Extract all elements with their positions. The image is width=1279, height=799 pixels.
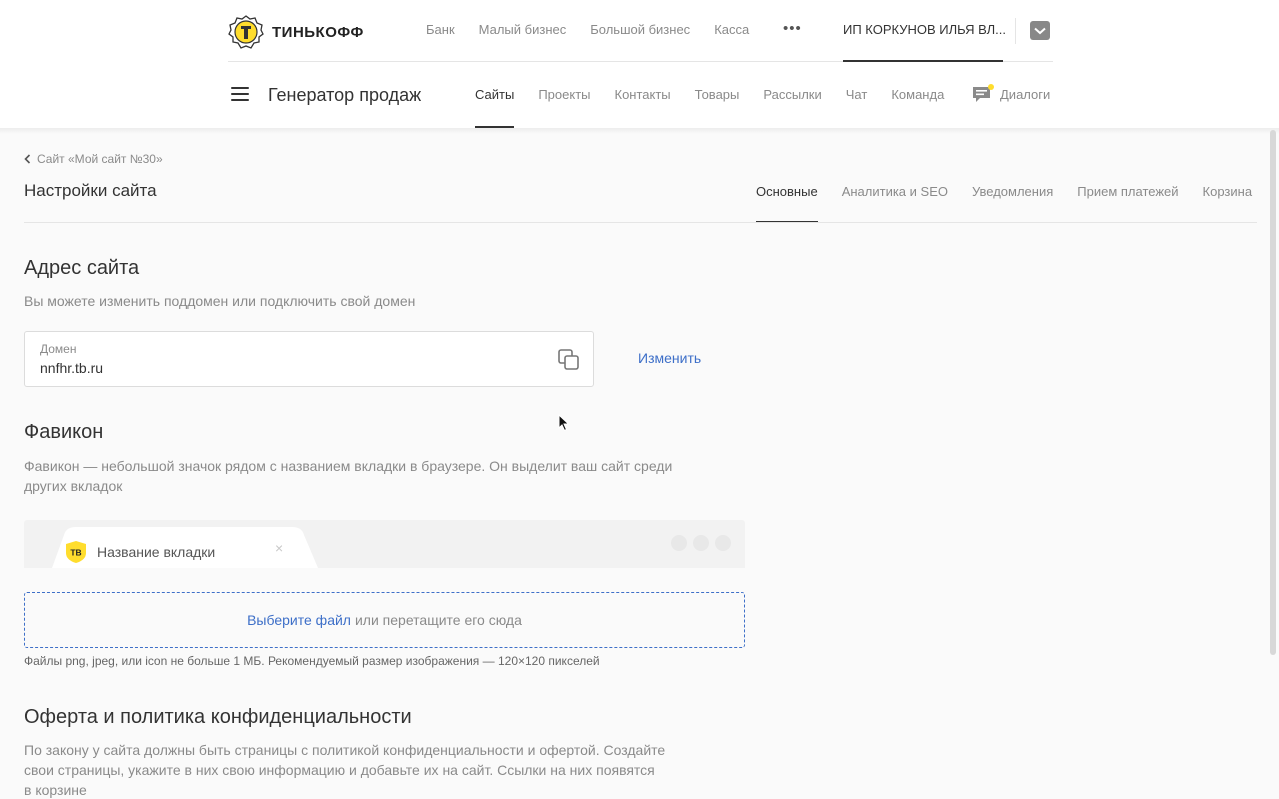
favicon-section-title: Фавикон	[24, 421, 104, 443]
address-section-title: Адрес сайта	[24, 257, 140, 279]
top-bar: ТИНЬКОФФ Банк Малый бизнес Большой бизне…	[228, 0, 1053, 62]
tab-main[interactable]: Основные	[756, 160, 818, 223]
address-section-description: Вы можете изменить поддомен или подключи…	[24, 293, 416, 309]
app-header: ТИНЬКОФФ Банк Малый бизнес Большой бизне…	[0, 0, 1279, 134]
window-controls	[671, 535, 731, 551]
nav-tab-sites[interactable]: Сайты	[475, 62, 515, 128]
offer-description-line-1: По закону у сайта должны быть страницы с…	[24, 742, 666, 758]
window-dot-icon	[693, 535, 709, 551]
logo[interactable]: ТИНЬКОФФ	[228, 15, 364, 49]
top-link-big-business[interactable]: Большой бизнес	[590, 22, 690, 37]
more-dots-icon[interactable]: •••	[783, 21, 802, 36]
nav-tab-mailings[interactable]: Рассылки	[763, 62, 821, 128]
nav-tab-team[interactable]: Команда	[891, 62, 944, 128]
dialogs-label: Диалоги	[1000, 86, 1051, 102]
top-links: Банк Малый бизнес Большой бизнес Касса	[426, 22, 749, 37]
account-name: ИП КОРКУНОВ ИЛЬЯ ВЛ...	[843, 22, 1006, 37]
product-bar: Генератор продаж Сайты Проекты Контакты …	[228, 62, 1053, 128]
tab-payments[interactable]: Прием платежей	[1077, 160, 1178, 223]
domain-field[interactable]: Домен nnfhr.tb.ru	[24, 331, 594, 387]
domain-field-value[interactable]: nnfhr.tb.ru	[40, 360, 103, 376]
nav-tab-contacts[interactable]: Контакты	[615, 62, 671, 128]
domain-field-label: Домен	[40, 342, 77, 356]
close-icon: ×	[275, 540, 284, 556]
chat-bubble-icon	[973, 84, 994, 102]
favicon-description-line-1: Фавикон — небольшой значок рядом с назва…	[24, 458, 673, 474]
chevron-down-icon	[1034, 27, 1046, 34]
top-link-kassa[interactable]: Касса	[714, 22, 749, 37]
tb-shield-icon: ТВ	[66, 541, 86, 563]
title-divider	[24, 222, 1257, 223]
preview-tab-label: Название вкладки	[97, 544, 216, 560]
page-scrollbar[interactable]	[1270, 130, 1276, 655]
menu-icon[interactable]	[231, 87, 249, 101]
offer-description-line-2: свои страницы, укажите в них свою информ…	[24, 762, 655, 778]
change-domain-link[interactable]: Изменить	[638, 350, 701, 366]
window-dot-icon	[715, 535, 731, 551]
breadcrumb-label: Сайт «Мой сайт №30»	[37, 152, 163, 166]
offer-description-line-3: в корзине	[24, 782, 87, 798]
account-switcher[interactable]: ИП КОРКУНОВ ИЛЬЯ ВЛ...	[843, 0, 1006, 62]
browser-tab-preview: ТВ Название вкладки ×	[24, 520, 745, 568]
choose-file-link[interactable]: Выберите файл	[247, 612, 351, 628]
settings-tabs: Основные Аналитика и SEO Уведомления При…	[756, 160, 1252, 223]
window-dot-icon	[671, 535, 687, 551]
nav-tab-chat[interactable]: Чат	[846, 62, 868, 128]
nav-tab-goods[interactable]: Товары	[695, 62, 740, 128]
account-dropdown-button[interactable]	[1030, 21, 1050, 40]
preview-badge-text: ТВ	[70, 548, 81, 558]
page-title: Настройки сайта	[24, 181, 157, 200]
favicon-file-hint: Файлы png, jpeg, или icon не больше 1 МБ…	[24, 654, 600, 668]
chevron-left-icon	[24, 154, 31, 164]
mouse-cursor-icon	[558, 414, 570, 432]
preview-tab-content: ТВ Название вкладки	[64, 540, 215, 564]
copy-icon[interactable]	[557, 348, 581, 372]
dialogs-button[interactable]: Диалоги	[972, 84, 1050, 104]
favicon-drop-zone[interactable]: Выберите файл или перетащите его сюда	[24, 592, 745, 648]
tinkoff-emblem-icon	[228, 15, 264, 49]
product-nav: Сайты Проекты Контакты Товары Рассылки Ч…	[475, 62, 944, 128]
breadcrumb[interactable]: Сайт «Мой сайт №30»	[24, 152, 163, 166]
nav-tab-projects[interactable]: Проекты	[538, 62, 590, 128]
logo-text: ТИНЬКОФФ	[272, 23, 364, 41]
account-divider	[1015, 18, 1016, 44]
favicon-description-line-2: других вкладок	[24, 478, 123, 494]
top-link-bank[interactable]: Банк	[426, 22, 455, 37]
drop-zone-hint: или перетащите его сюда	[354, 612, 522, 628]
product-name: Генератор продаж	[268, 85, 422, 105]
tab-cart[interactable]: Корзина	[1203, 160, 1253, 223]
tab-notifications[interactable]: Уведомления	[972, 160, 1053, 223]
offer-section-title: Оферта и политика конфиденциальности	[24, 706, 412, 728]
top-link-small-business[interactable]: Малый бизнес	[479, 22, 567, 37]
tab-analytics-seo[interactable]: Аналитика и SEO	[842, 160, 948, 223]
